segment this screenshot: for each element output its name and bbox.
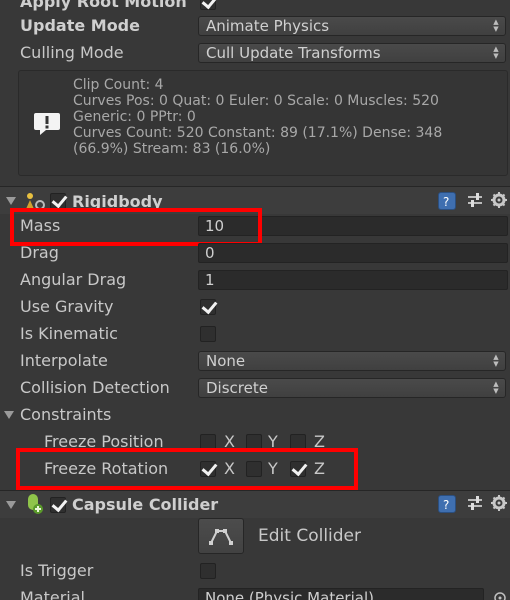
info-line: Generic: 0 PPtr: 0 [73,109,196,125]
gear-icon[interactable] [490,191,510,211]
culling-mode-label: Culling Mode [20,43,124,62]
material-label: Material [20,588,85,600]
freeze-rotation-highlight-box [16,448,358,490]
update-mode-dropdown[interactable]: Animate Physics ▲ ▼ [198,16,506,36]
is-trigger-label: Is Trigger [20,561,94,580]
dropdown-arrows-icon: ▲ ▼ [493,45,499,60]
rigidbody-enabled-checkbox[interactable] [50,193,66,209]
help-book-icon[interactable]: ? [438,192,456,210]
drag-label: Drag [20,243,59,262]
mass-highlight-box [10,208,262,246]
apply-root-motion-label: Apply Root Motion [20,0,187,11]
edit-collider-button[interactable] [198,518,244,554]
preset-sliders-icon[interactable] [466,495,484,513]
info-line: (66.9%) Stream: 83 (16.0%) [73,141,271,157]
collision-detection-dropdown[interactable]: Discrete ▲ ▼ [198,378,506,398]
edit-collider-label: Edit Collider [258,526,362,546]
material-field[interactable]: None (Physic Material) [198,588,484,600]
interpolate-value: None [206,352,246,370]
drag-field[interactable]: 0 [198,243,508,263]
constraints-foldout-icon[interactable] [4,411,14,419]
use-gravity-label: Use Gravity [20,297,114,316]
edit-collider-icon [209,529,233,545]
capsule-collider-foldout-icon[interactable] [6,501,16,509]
is-trigger-checkbox[interactable] [200,563,216,579]
animator-info-box: Clip Count: 4 Curves Pos: 0 Quat: 0 Eule… [18,70,508,176]
collision-detection-value: Discrete [206,379,268,397]
angular-drag-field[interactable]: 1 [198,270,508,290]
is-kinematic-checkbox[interactable] [200,326,216,342]
gear-icon[interactable] [490,494,510,514]
object-picker-icon[interactable] [492,590,508,600]
dropdown-arrows-icon: ▲ ▼ [493,353,499,368]
update-mode-value: Animate Physics [206,17,330,35]
svg-text:?: ? [443,498,449,512]
info-line: Clip Count: 4 [73,77,164,93]
capsule-collider-icon [28,494,43,514]
culling-mode-value: Cull Update Transforms [206,44,381,62]
collision-detection-label: Collision Detection [20,378,170,397]
rigidbody-foldout-icon[interactable] [6,197,16,205]
help-book-icon[interactable]: ? [438,495,456,513]
apply-root-motion-checkbox[interactable] [200,0,216,10]
use-gravity-checkbox[interactable] [200,299,216,315]
culling-mode-dropdown[interactable]: Cull Update Transforms ▲ ▼ [198,43,506,63]
angular-drag-label: Angular Drag [20,270,127,289]
info-speech-bubble-icon [34,113,60,135]
interpolate-label: Interpolate [20,351,108,370]
capsule-collider-header[interactable]: Capsule Collider ? [0,490,510,518]
info-line: Curves Pos: 0 Quat: 0 Euler: 0 Scale: 0 … [73,93,439,109]
is-kinematic-label: Is Kinematic [20,324,118,343]
update-mode-label: Update Mode [20,16,140,35]
constraints-label: Constraints [20,405,112,424]
dropdown-arrows-icon: ▲ ▼ [493,18,499,33]
svg-text:?: ? [443,195,449,209]
dropdown-arrows-icon: ▲ ▼ [493,380,499,395]
interpolate-dropdown[interactable]: None ▲ ▼ [198,351,506,371]
info-line: Curves Count: 520 Constant: 89 (17.1%) D… [73,125,443,141]
capsule-collider-enabled-checkbox[interactable] [50,497,66,513]
capsule-collider-title: Capsule Collider [72,495,219,514]
preset-sliders-icon[interactable] [466,192,484,210]
